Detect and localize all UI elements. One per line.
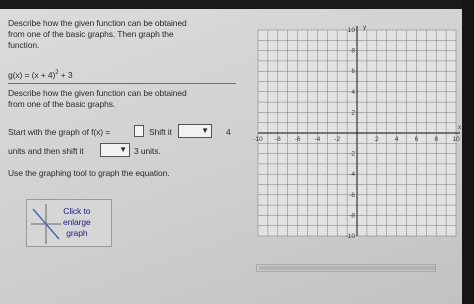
- start-text: Start with the graph of f(x) =: [8, 127, 111, 137]
- enlarge-line-2: enlarge: [63, 217, 91, 227]
- prompt-line-1: Describe how the given function can be o…: [8, 18, 187, 28]
- shift-label: Shift it: [149, 127, 172, 137]
- y-tick-label: 6: [351, 68, 355, 75]
- x-axis-label: x: [458, 124, 462, 131]
- sub-prompt-line-2: from one of the basic graphs.: [8, 99, 116, 109]
- x-tick-label: -2: [334, 136, 340, 143]
- prompt-line-2: from one of the basic graphs. Then graph…: [8, 29, 174, 39]
- y-tick-label: -10: [346, 233, 356, 240]
- y-tick-label: 8: [351, 48, 355, 55]
- y-tick-label: -6: [349, 192, 355, 199]
- y-tick-label: -2: [349, 151, 355, 158]
- shift-direction-dropdown-1[interactable]: ▼: [178, 124, 212, 138]
- x-tick-label: -10: [253, 136, 263, 143]
- units-then-label: units and then shift it: [8, 146, 84, 156]
- x-tick-label: 10: [452, 136, 460, 143]
- enlarge-line-1: Click to: [63, 206, 91, 216]
- top-bezel: [0, 0, 462, 9]
- mini-graph-icon: [31, 204, 61, 244]
- shift-value: 4: [226, 127, 231, 137]
- question-pane: Describe how the given function can be o…: [8, 12, 240, 292]
- x-tick-label: 6: [415, 136, 419, 143]
- y-tick-label: -4: [349, 171, 355, 178]
- tool-instruction: Use the graphing tool to graph the equat…: [8, 168, 170, 178]
- x-tick-label: -6: [295, 136, 301, 143]
- y-tick-label: 10: [348, 27, 356, 34]
- units-tail: 3 units.: [134, 146, 161, 156]
- enlarge-graph-button[interactable]: Click to enlarge graph: [26, 199, 112, 247]
- equation-base: g(x) = (x + 4): [8, 70, 56, 80]
- x-tick-label: 8: [434, 136, 438, 143]
- horizontal-scrollbar[interactable]: [256, 264, 436, 272]
- shift-direction-dropdown-2[interactable]: ▼: [100, 143, 130, 157]
- x-tick-label: 4: [395, 136, 399, 143]
- divider: [8, 83, 236, 84]
- prompt-line-3: function.: [8, 40, 40, 50]
- y-tick-label: 4: [351, 89, 355, 96]
- scrollbar-thumb[interactable]: [259, 266, 435, 270]
- enlarge-label: Click to enlarge graph: [63, 206, 91, 239]
- basic-function-input[interactable]: [134, 125, 144, 137]
- screen: Describe how the given function can be o…: [0, 0, 474, 304]
- equation-tail: + 3: [58, 70, 73, 80]
- sub-prompt-line-1: Describe how the given function can be o…: [8, 88, 187, 98]
- x-tick-label: -4: [315, 136, 321, 143]
- x-tick-label: -8: [275, 136, 281, 143]
- y-tick-label: 2: [351, 109, 355, 116]
- equation: g(x) = (x + 4)2 + 3: [8, 70, 73, 80]
- x-tick-label: 2: [375, 136, 379, 143]
- coordinate-graph[interactable]: -10 -8 -6 -4 -2 2 4 6 8 10108642-2-4-6-8-10yx: [252, 22, 462, 244]
- enlarge-line-3: graph: [66, 228, 88, 238]
- y-tick-label: -8: [349, 212, 355, 219]
